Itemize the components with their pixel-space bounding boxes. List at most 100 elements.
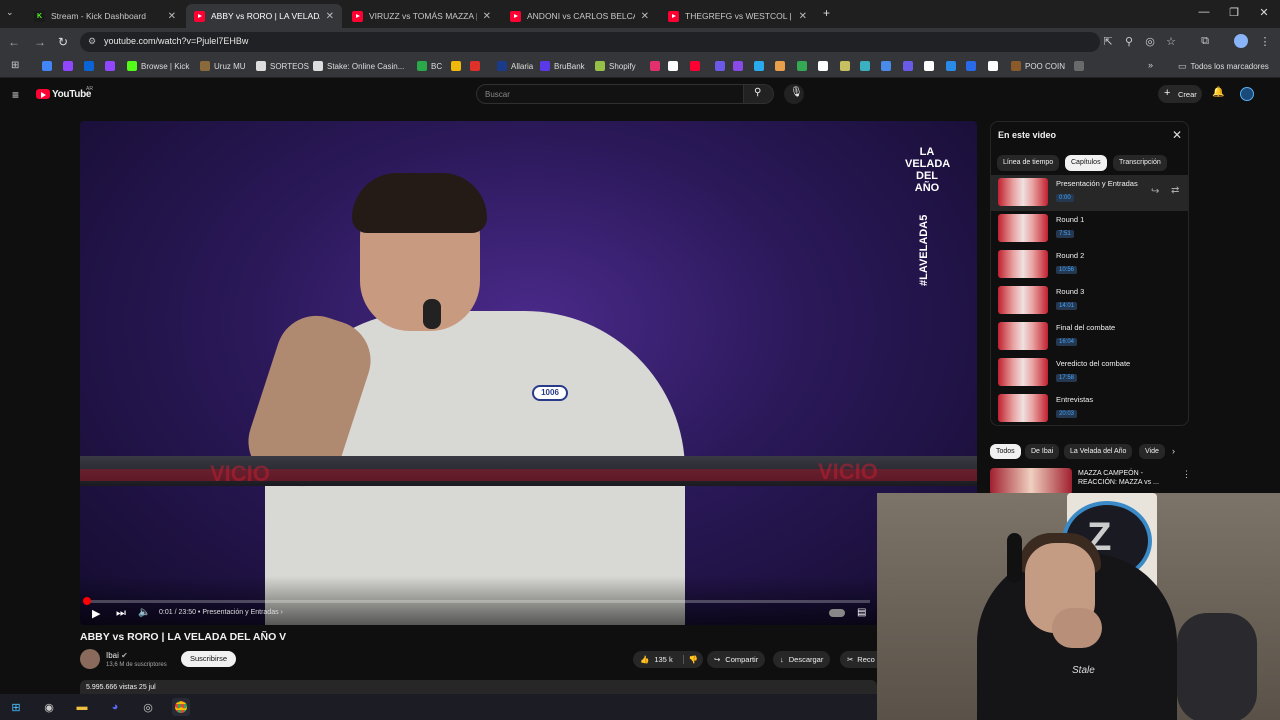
- chapter-timestamp[interactable]: 16:04: [1056, 338, 1078, 346]
- bookmark-icon[interactable]: [946, 59, 960, 73]
- all-bookmarks-folder[interactable]: ▭ Todos los marcadores: [1178, 59, 1269, 73]
- browser-tab[interactable]: K Stream - Kick Dashboard ✕: [26, 4, 184, 28]
- share-button[interactable]: ↪ Compartir: [707, 651, 766, 668]
- notifications-bell-icon[interactable]: 🔔: [1212, 87, 1224, 98]
- bookmark-item[interactable]: Browse | Kick: [127, 59, 189, 73]
- bookmark-item[interactable]: SORTEOS: [256, 59, 309, 73]
- obs-icon[interactable]: ◎: [139, 698, 157, 716]
- chapter-item[interactable]: Final del combate 16:04: [991, 319, 1188, 355]
- tab-search-chevron-icon[interactable]: ⌄: [6, 7, 14, 18]
- more-options-icon[interactable]: ⋮: [1182, 469, 1191, 480]
- youtube-bm-icon[interactable]: [690, 59, 704, 73]
- chip-from-ibai[interactable]: De Ibai: [1025, 444, 1060, 459]
- chapter-timestamp[interactable]: 14:01: [1056, 302, 1078, 310]
- account-avatar[interactable]: [1240, 87, 1254, 101]
- bookmark-item[interactable]: Allaria: [497, 59, 533, 73]
- browser-tab[interactable]: THEGREFG vs WESTCOL | LA VE ✕: [660, 4, 815, 28]
- autoplay-toggle[interactable]: [829, 609, 845, 617]
- hamburger-menu-icon[interactable]: ≡: [12, 88, 19, 102]
- bookmark-item[interactable]: Uruz MU: [200, 59, 246, 73]
- bookmark-icon[interactable]: [881, 59, 895, 73]
- bookmark-item[interactable]: [470, 59, 484, 73]
- restore-icon[interactable]: ❐: [1224, 6, 1244, 19]
- chevron-right-icon[interactable]: ›: [1172, 446, 1175, 456]
- next-video-icon[interactable]: ⏭: [116, 607, 126, 620]
- tab-close-icon[interactable]: ✕: [168, 11, 176, 22]
- telegram-icon[interactable]: [754, 59, 768, 73]
- back-icon[interactable]: ←: [6, 35, 22, 49]
- chip-all[interactable]: Todos: [990, 444, 1021, 459]
- drive-icon[interactable]: [797, 59, 811, 73]
- bookmark-item[interactable]: [63, 59, 77, 73]
- minimize-icon[interactable]: —: [1194, 6, 1214, 18]
- chapter-timestamp[interactable]: 17:58: [1056, 374, 1078, 382]
- share-chapter-icon[interactable]: ↪: [1151, 186, 1159, 197]
- bookmark-item[interactable]: BruBank: [540, 59, 585, 73]
- chapter-item[interactable]: Round 2 10:56: [991, 247, 1188, 283]
- site-info-icon[interactable]: ⚙: [88, 36, 96, 47]
- bookmark-item[interactable]: Shopify: [595, 59, 636, 73]
- bookmark-star-icon[interactable]: ☆: [1164, 35, 1178, 48]
- bookmark-icon[interactable]: [818, 59, 832, 73]
- steam-icon[interactable]: ◉: [40, 698, 58, 716]
- eye-off-icon[interactable]: ◎: [1143, 35, 1157, 48]
- chip-videos[interactable]: Vide: [1139, 444, 1165, 459]
- windows-start-icon[interactable]: ⊞: [7, 698, 25, 716]
- extensions-icon[interactable]: ⧉: [1198, 35, 1212, 48]
- thumbs-down-icon[interactable]: 👎: [682, 655, 698, 664]
- instagram-icon[interactable]: [650, 59, 664, 73]
- browser-tab-active[interactable]: ABBY vs RORO | LA VELADA DEL ✕: [186, 4, 342, 28]
- chapter-item[interactable]: Round 1 7:51: [991, 211, 1188, 247]
- profile-avatar[interactable]: [1234, 34, 1248, 48]
- apps-grid-icon[interactable]: ⊞: [11, 60, 19, 71]
- forward-icon[interactable]: →: [32, 35, 48, 49]
- thumbs-up-icon[interactable]: 👍: [640, 655, 649, 664]
- tiktok-icon[interactable]: [988, 59, 1002, 73]
- subscribe-button[interactable]: Suscribirse: [181, 651, 236, 667]
- tab-close-icon[interactable]: ✕: [483, 11, 491, 22]
- zoom-icon[interactable]: ⚲: [1122, 35, 1136, 48]
- bookmark-icon[interactable]: [715, 59, 729, 73]
- volume-icon[interactable]: 🔈: [138, 607, 150, 618]
- chip-velada[interactable]: La Velada del Año: [1064, 444, 1133, 459]
- chapter-timestamp[interactable]: 10:56: [1056, 266, 1078, 274]
- new-tab-icon[interactable]: +: [823, 6, 830, 20]
- chapter-item[interactable]: Presentación y Entradas 0:00 ↪ ⇄: [991, 175, 1188, 211]
- reload-icon[interactable]: ↻: [55, 35, 71, 49]
- bookmark-icon[interactable]: [840, 59, 854, 73]
- search-box[interactable]: [476, 84, 744, 104]
- bookmark-item[interactable]: [105, 59, 119, 73]
- url-text[interactable]: youtube.com/watch?v=Pjulel7EHBw: [104, 36, 248, 46]
- tab-close-icon[interactable]: ✕: [641, 11, 649, 22]
- tab-close-icon[interactable]: ✕: [326, 11, 334, 22]
- bookmark-item[interactable]: BC: [417, 59, 442, 73]
- download-button[interactable]: ↓ Descargar: [773, 651, 831, 668]
- bookmark-item[interactable]: [42, 59, 56, 73]
- chapter-item[interactable]: Round 3 14:01: [991, 283, 1188, 319]
- subtitles-icon[interactable]: ▤: [857, 607, 866, 618]
- chapter-item[interactable]: Veredicto del combate 17:58: [991, 355, 1188, 391]
- discord-icon[interactable]: ◕: [106, 698, 124, 716]
- bookmark-icon[interactable]: [924, 59, 938, 73]
- bookmark-item[interactable]: POO COIN: [1011, 59, 1065, 73]
- bookmark-item[interactable]: [451, 59, 465, 73]
- x-icon[interactable]: [668, 59, 682, 73]
- like-count[interactable]: 135 k: [654, 655, 672, 664]
- related-video-title[interactable]: MAZZA CAMPEÓN - REACCIÓN: MAZZA vs ...: [1078, 469, 1173, 487]
- tab-close-icon[interactable]: ✕: [799, 11, 807, 22]
- loop-icon[interactable]: ⇄: [1171, 185, 1179, 196]
- chapter-item[interactable]: Entrevistas 20:03: [991, 391, 1188, 427]
- clip-button[interactable]: ✂ Reco: [840, 651, 877, 668]
- chapter-timestamp[interactable]: 0:00: [1056, 194, 1074, 202]
- progress-bar[interactable]: [86, 600, 870, 603]
- bookmark-icon[interactable]: [775, 59, 789, 73]
- bookmark-icon[interactable]: [1074, 59, 1088, 73]
- bookmark-item[interactable]: [84, 59, 98, 73]
- search-placeholder[interactable]: Buscar: [485, 90, 510, 99]
- bookmark-icon[interactable]: [860, 59, 874, 73]
- browser-tab[interactable]: ANDONI vs CARLOS BELCAST ✕: [502, 4, 657, 28]
- video-player[interactable]: VICIO VICIO 1006 LA VELADA DEL AÑO #LAVE…: [80, 121, 977, 625]
- chapter-timestamp[interactable]: 20:03: [1056, 410, 1078, 418]
- cast-icon[interactable]: ⇱: [1101, 35, 1115, 48]
- more-bookmarks-icon[interactable]: »: [1148, 60, 1153, 70]
